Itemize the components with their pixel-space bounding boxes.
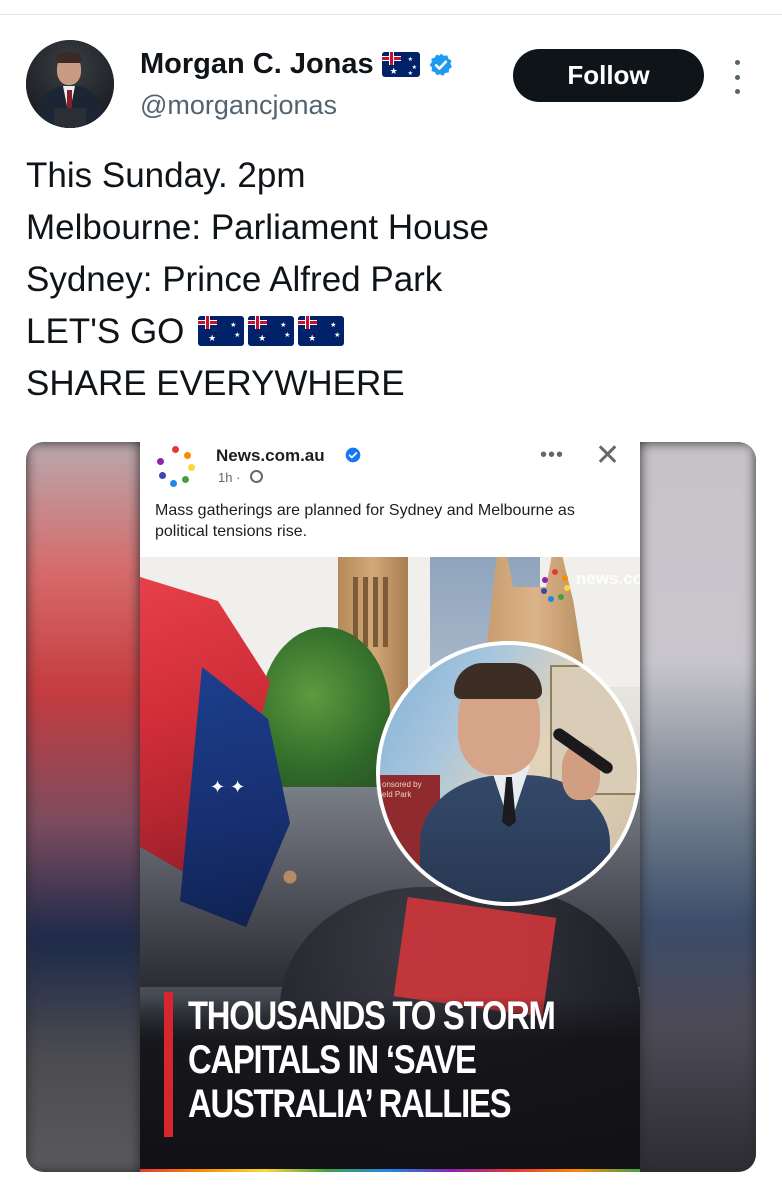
top-divider bbox=[0, 14, 782, 15]
author-handle[interactable]: @morgancjonas bbox=[140, 90, 337, 121]
embedded-post-screenshot: News.com.au 1h · ••• ✕ Mass gatherings a… bbox=[140, 442, 640, 1172]
author-name-row[interactable]: Morgan C. Jonas ★ ★ ★ ★ bbox=[140, 48, 454, 81]
headline-line: CAPITALS IN ‘SAVE bbox=[188, 1038, 477, 1082]
tweet-line: SHARE EVERYWHERE bbox=[26, 364, 405, 403]
follow-button[interactable]: Follow bbox=[513, 49, 704, 102]
news-logo-icon bbox=[154, 444, 198, 488]
more-horizontal-icon: ••• bbox=[540, 444, 565, 466]
headline-line: THOUSANDS TO STORM bbox=[188, 994, 556, 1038]
australia-flag-icon: ★ ★ ★ bbox=[298, 315, 345, 346]
inset-hair bbox=[454, 663, 542, 699]
verified-badge-icon bbox=[345, 447, 361, 463]
australia-flag-icon: ★ ★ ★ bbox=[248, 315, 295, 346]
tweet-line-flags: LET'S GO ★ ★ ★ ★ ★ ★ ★ ★ ★ bbox=[26, 306, 746, 358]
embedded-post-time: 1h · bbox=[218, 470, 241, 485]
news-headline: THOUSANDS TO STORM CAPITALS IN ‘SAVE AUS… bbox=[188, 994, 556, 1126]
embedded-post-caption: Mass gatherings are planned for Sydney a… bbox=[155, 502, 575, 540]
headline-accent-bar bbox=[164, 992, 173, 1137]
author-name[interactable]: Morgan C. Jonas bbox=[140, 48, 374, 81]
media-blur-right bbox=[640, 442, 756, 1172]
avatar-podium bbox=[54, 108, 86, 128]
news-watermark: news.com.au bbox=[540, 569, 640, 609]
tweet-line: LET'S GO bbox=[26, 312, 185, 351]
inset-sign-text: onsored by eld Park bbox=[382, 780, 422, 799]
avatar-hair bbox=[56, 52, 82, 63]
embedded-page-name: News.com.au bbox=[216, 446, 325, 465]
rainbow-stripe bbox=[140, 1169, 640, 1172]
speaker-inset-photo: onsored by eld Park bbox=[376, 641, 640, 906]
headline-line: AUSTRALIA’ RALLIES bbox=[188, 1082, 512, 1126]
photo-trees bbox=[260, 627, 390, 797]
tweet-line: Melbourne: Parliament House bbox=[26, 208, 490, 247]
tweet-line: This Sunday. 2pm bbox=[26, 156, 306, 195]
close-icon: ✕ bbox=[595, 442, 621, 472]
verified-badge-icon bbox=[429, 53, 452, 76]
tweet-media-image[interactable]: News.com.au 1h · ••• ✕ Mass gatherings a… bbox=[26, 442, 756, 1172]
author-avatar[interactable] bbox=[26, 40, 114, 128]
australia-flag-icon: ★ ★ ★ bbox=[198, 315, 245, 346]
more-vertical-icon[interactable] bbox=[727, 60, 747, 94]
watermark-text: news.com.au bbox=[576, 569, 640, 588]
australia-flag-icon: ★ ★ ★ ★ bbox=[381, 52, 420, 77]
tweet-line: Sydney: Prince Alfred Park bbox=[26, 260, 443, 299]
globe-icon bbox=[250, 470, 263, 483]
media-blur-left bbox=[26, 442, 140, 1172]
tweet-text: This Sunday. 2pm Melbourne: Parliament H… bbox=[26, 150, 746, 410]
